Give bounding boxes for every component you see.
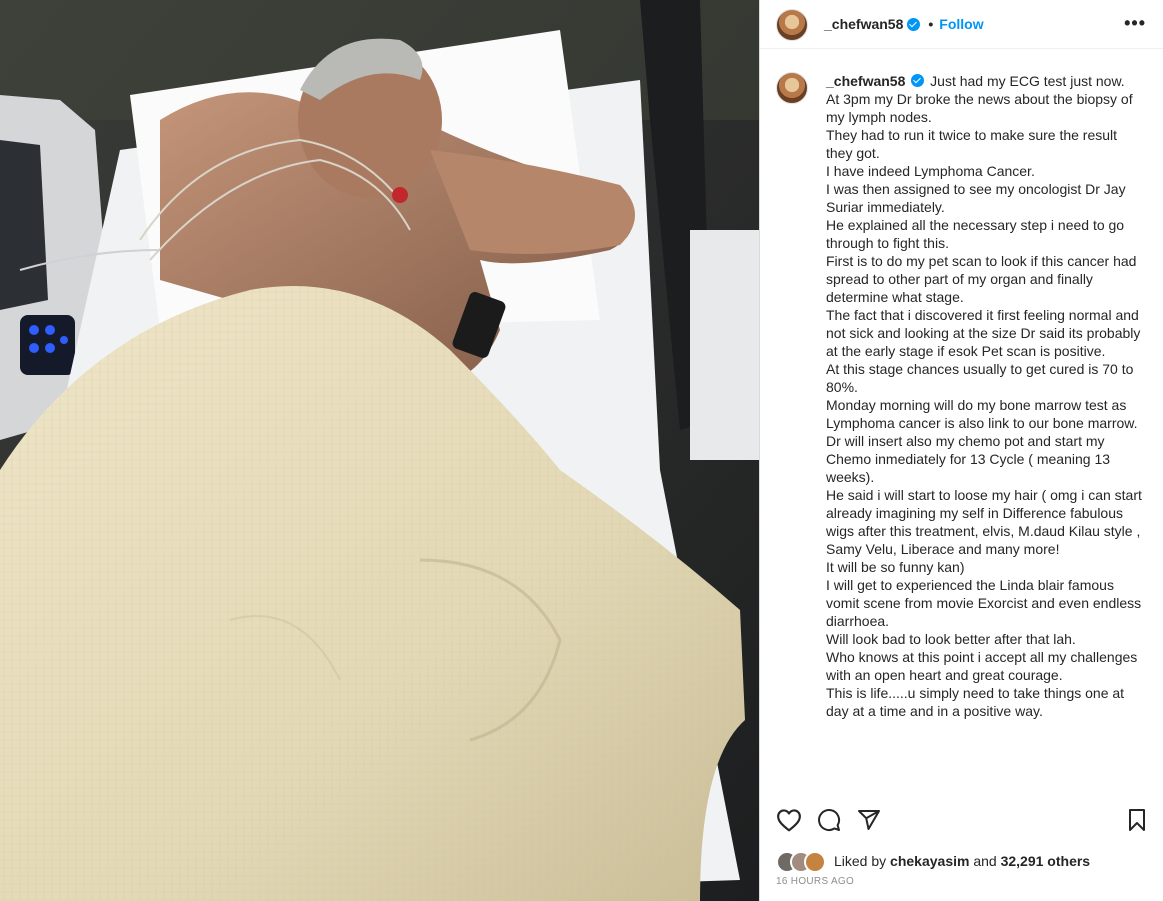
avatar [804, 851, 826, 873]
share-icon[interactable] [857, 808, 881, 837]
caption-line: I was then assigned to see my oncologist… [826, 181, 1126, 215]
caption-line: The fact that i discovered it first feel… [826, 307, 1141, 359]
caption-first-line: _chefwan58 Just had my ECG test just now… [826, 72, 1146, 90]
caption-line: Monday morning will do my bone marrow te… [826, 397, 1138, 431]
author-row: _chefwan58 • Follow [824, 16, 984, 32]
author-username[interactable]: _chefwan58 [824, 16, 903, 32]
likes-count-link[interactable]: 32,291 others [1001, 853, 1091, 869]
heart-icon[interactable] [776, 808, 802, 837]
liker-avatars [776, 850, 830, 873]
post-timestamp[interactable]: 16 HOURS AGO [776, 876, 854, 887]
caption-avatar[interactable] [776, 72, 808, 104]
more-options-icon[interactable]: ••• [1124, 14, 1146, 32]
caption-line: I have indeed Lymphoma Cancer. [826, 163, 1035, 179]
caption-line: Who knows at this point i accept all my … [826, 649, 1138, 683]
caption-line: At this stage chances usually to get cur… [826, 361, 1134, 395]
avatar[interactable] [776, 9, 808, 41]
first-liker-link[interactable]: chekayasim [890, 853, 969, 869]
caption-line: This is life.....u simply need to take t… [826, 685, 1125, 719]
action-bar [760, 802, 1163, 842]
follow-button[interactable]: Follow [939, 16, 983, 32]
caption-line: They had to run it twice to make sure th… [826, 127, 1118, 161]
likes-middle: and [969, 853, 1001, 869]
bookmark-icon[interactable] [1126, 808, 1148, 837]
post-photo-illustration [0, 0, 759, 901]
caption-line: He said i will start to loose my hair ( … [826, 487, 1142, 557]
likes-prefix: Liked by [834, 853, 891, 869]
comment-icon[interactable] [817, 808, 841, 837]
caption-line: Will look bad to look better after that … [826, 631, 1076, 647]
caption-line: At 3pm my Dr broke the news about the bi… [826, 91, 1133, 125]
verified-badge-icon [907, 17, 921, 31]
post-photo[interactable] [0, 0, 759, 901]
caption-line: I will get to experienced the Linda blai… [826, 577, 1142, 629]
caption-line: Just had my ECG test just now. [930, 73, 1125, 89]
caption-username[interactable]: _chefwan58 [826, 73, 905, 89]
post-header: _chefwan58 • Follow ••• [760, 0, 1163, 49]
post-side-panel: _chefwan58 • Follow ••• _chefwan58 Just … [759, 0, 1163, 901]
caption-line: He explained all the necessary step i ne… [826, 217, 1125, 251]
likes-summary: Liked by chekayasim and 32,291 others [776, 850, 1091, 873]
caption-line: Dr will insert also my chemo pot and sta… [826, 433, 1111, 485]
caption-line: First is to do my pet scan to look if th… [826, 253, 1137, 305]
separator-dot: • [928, 16, 934, 32]
caption-text: _chefwan58 Just had my ECG test just now… [826, 72, 1146, 720]
caption-section: _chefwan58 Just had my ECG test just now… [760, 58, 1163, 794]
verified-badge-icon [911, 74, 925, 87]
caption-line: It will be so funny kan) [826, 559, 965, 575]
